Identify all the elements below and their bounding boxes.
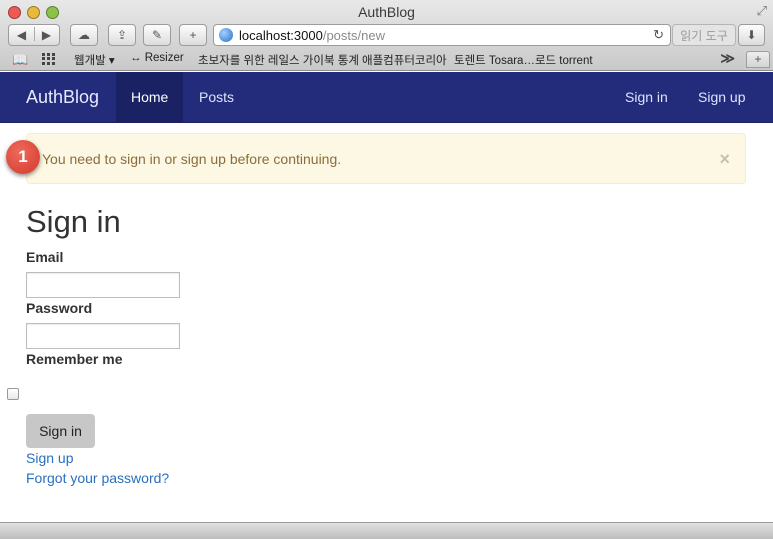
bookmark-item[interactable]: 웹개발 ▾ [74, 52, 115, 68]
bookmarks-bar: 📖 웹개발 ▾ ↔ Resizer 초보자를 위한 레일스 가이북 통계 애플컴… [0, 50, 773, 68]
download-icon: ⬇ [746, 28, 757, 42]
window-title: AuthBlog [358, 4, 415, 20]
forward-arrow-icon[interactable]: ▶ [34, 28, 59, 42]
status-bar [0, 522, 773, 539]
password-field[interactable] [26, 323, 180, 349]
nav-posts[interactable]: Posts [184, 72, 249, 123]
reading-list-icon[interactable]: 📖 [12, 52, 28, 68]
browser-chrome: AuthBlog ⤢ ◀ ▶ ☁ ⇪ ✎ + localhost:3000/po… [0, 0, 773, 71]
plus-icon: + [189, 28, 197, 42]
tools-button[interactable]: ✎ [143, 24, 171, 46]
brand-link[interactable]: AuthBlog [26, 87, 99, 108]
browser-toolbar: ◀ ▶ ☁ ⇪ ✎ + localhost:3000/posts/new ↻ 읽… [8, 24, 765, 46]
annotation-marker: 1 [6, 140, 40, 174]
url-text[interactable]: localhost:3000/posts/new [239, 28, 385, 43]
downloads-button[interactable]: ⬇ [738, 24, 765, 46]
page-title: Sign in [26, 204, 121, 239]
fullscreen-icon[interactable]: ⤢ [757, 3, 767, 19]
more-bookmarks-icon[interactable]: ≫ [720, 50, 735, 67]
reader-button[interactable]: 읽기 도구 [672, 24, 736, 46]
cloud-icon: ☁ [78, 28, 90, 42]
sign-up-link[interactable]: Sign up [26, 450, 73, 466]
nav-sign-in[interactable]: Sign in [610, 72, 683, 123]
email-label: Email [26, 249, 64, 265]
forgot-password-link[interactable]: Forgot your password? [26, 470, 169, 486]
divider [34, 27, 35, 41]
bookmark-item[interactable]: 토렌트 Tosara…로드 torrent [454, 52, 593, 68]
back-arrow-icon[interactable]: ◀ [9, 28, 34, 42]
top-sites-icon[interactable] [42, 53, 56, 65]
remember-me-label: Remember me [26, 351, 123, 367]
address-bar[interactable]: localhost:3000/posts/new ↻ [213, 24, 671, 46]
remember-me-checkbox[interactable] [7, 388, 19, 400]
bookmark-item[interactable]: 초보자를 위한 레일스 가이북 통계 [198, 52, 359, 68]
alert-message: You need to sign in or sign up before co… [42, 151, 342, 167]
add-bookmark-button[interactable]: + [179, 24, 207, 46]
new-tab-button[interactable]: + [746, 51, 770, 68]
url-path: /posts/new [322, 28, 385, 43]
icloud-button[interactable]: ☁ [70, 24, 98, 46]
url-host: localhost:3000 [239, 28, 323, 43]
bookmark-item[interactable]: 애플컴퓨터코리아 [362, 52, 447, 68]
globe-icon [219, 28, 233, 42]
navbar: AuthBlog Home Posts Sign in Sign up [0, 72, 773, 123]
close-icon[interactable]: × [719, 149, 730, 170]
nav-home[interactable]: Home [116, 72, 184, 123]
share-button[interactable]: ⇪ [108, 24, 136, 46]
bookmark-item[interactable]: ↔ Resizer [130, 52, 184, 64]
reload-icon[interactable]: ↻ [653, 27, 664, 43]
email-field[interactable] [26, 272, 180, 298]
flash-alert: You need to sign in or sign up before co… [26, 133, 746, 184]
wrench-icon: ✎ [151, 28, 163, 42]
nav-sign-up[interactable]: Sign up [683, 72, 760, 123]
password-label: Password [26, 300, 93, 316]
sign-in-button[interactable]: Sign in [26, 414, 95, 448]
share-icon: ⇪ [116, 28, 128, 42]
